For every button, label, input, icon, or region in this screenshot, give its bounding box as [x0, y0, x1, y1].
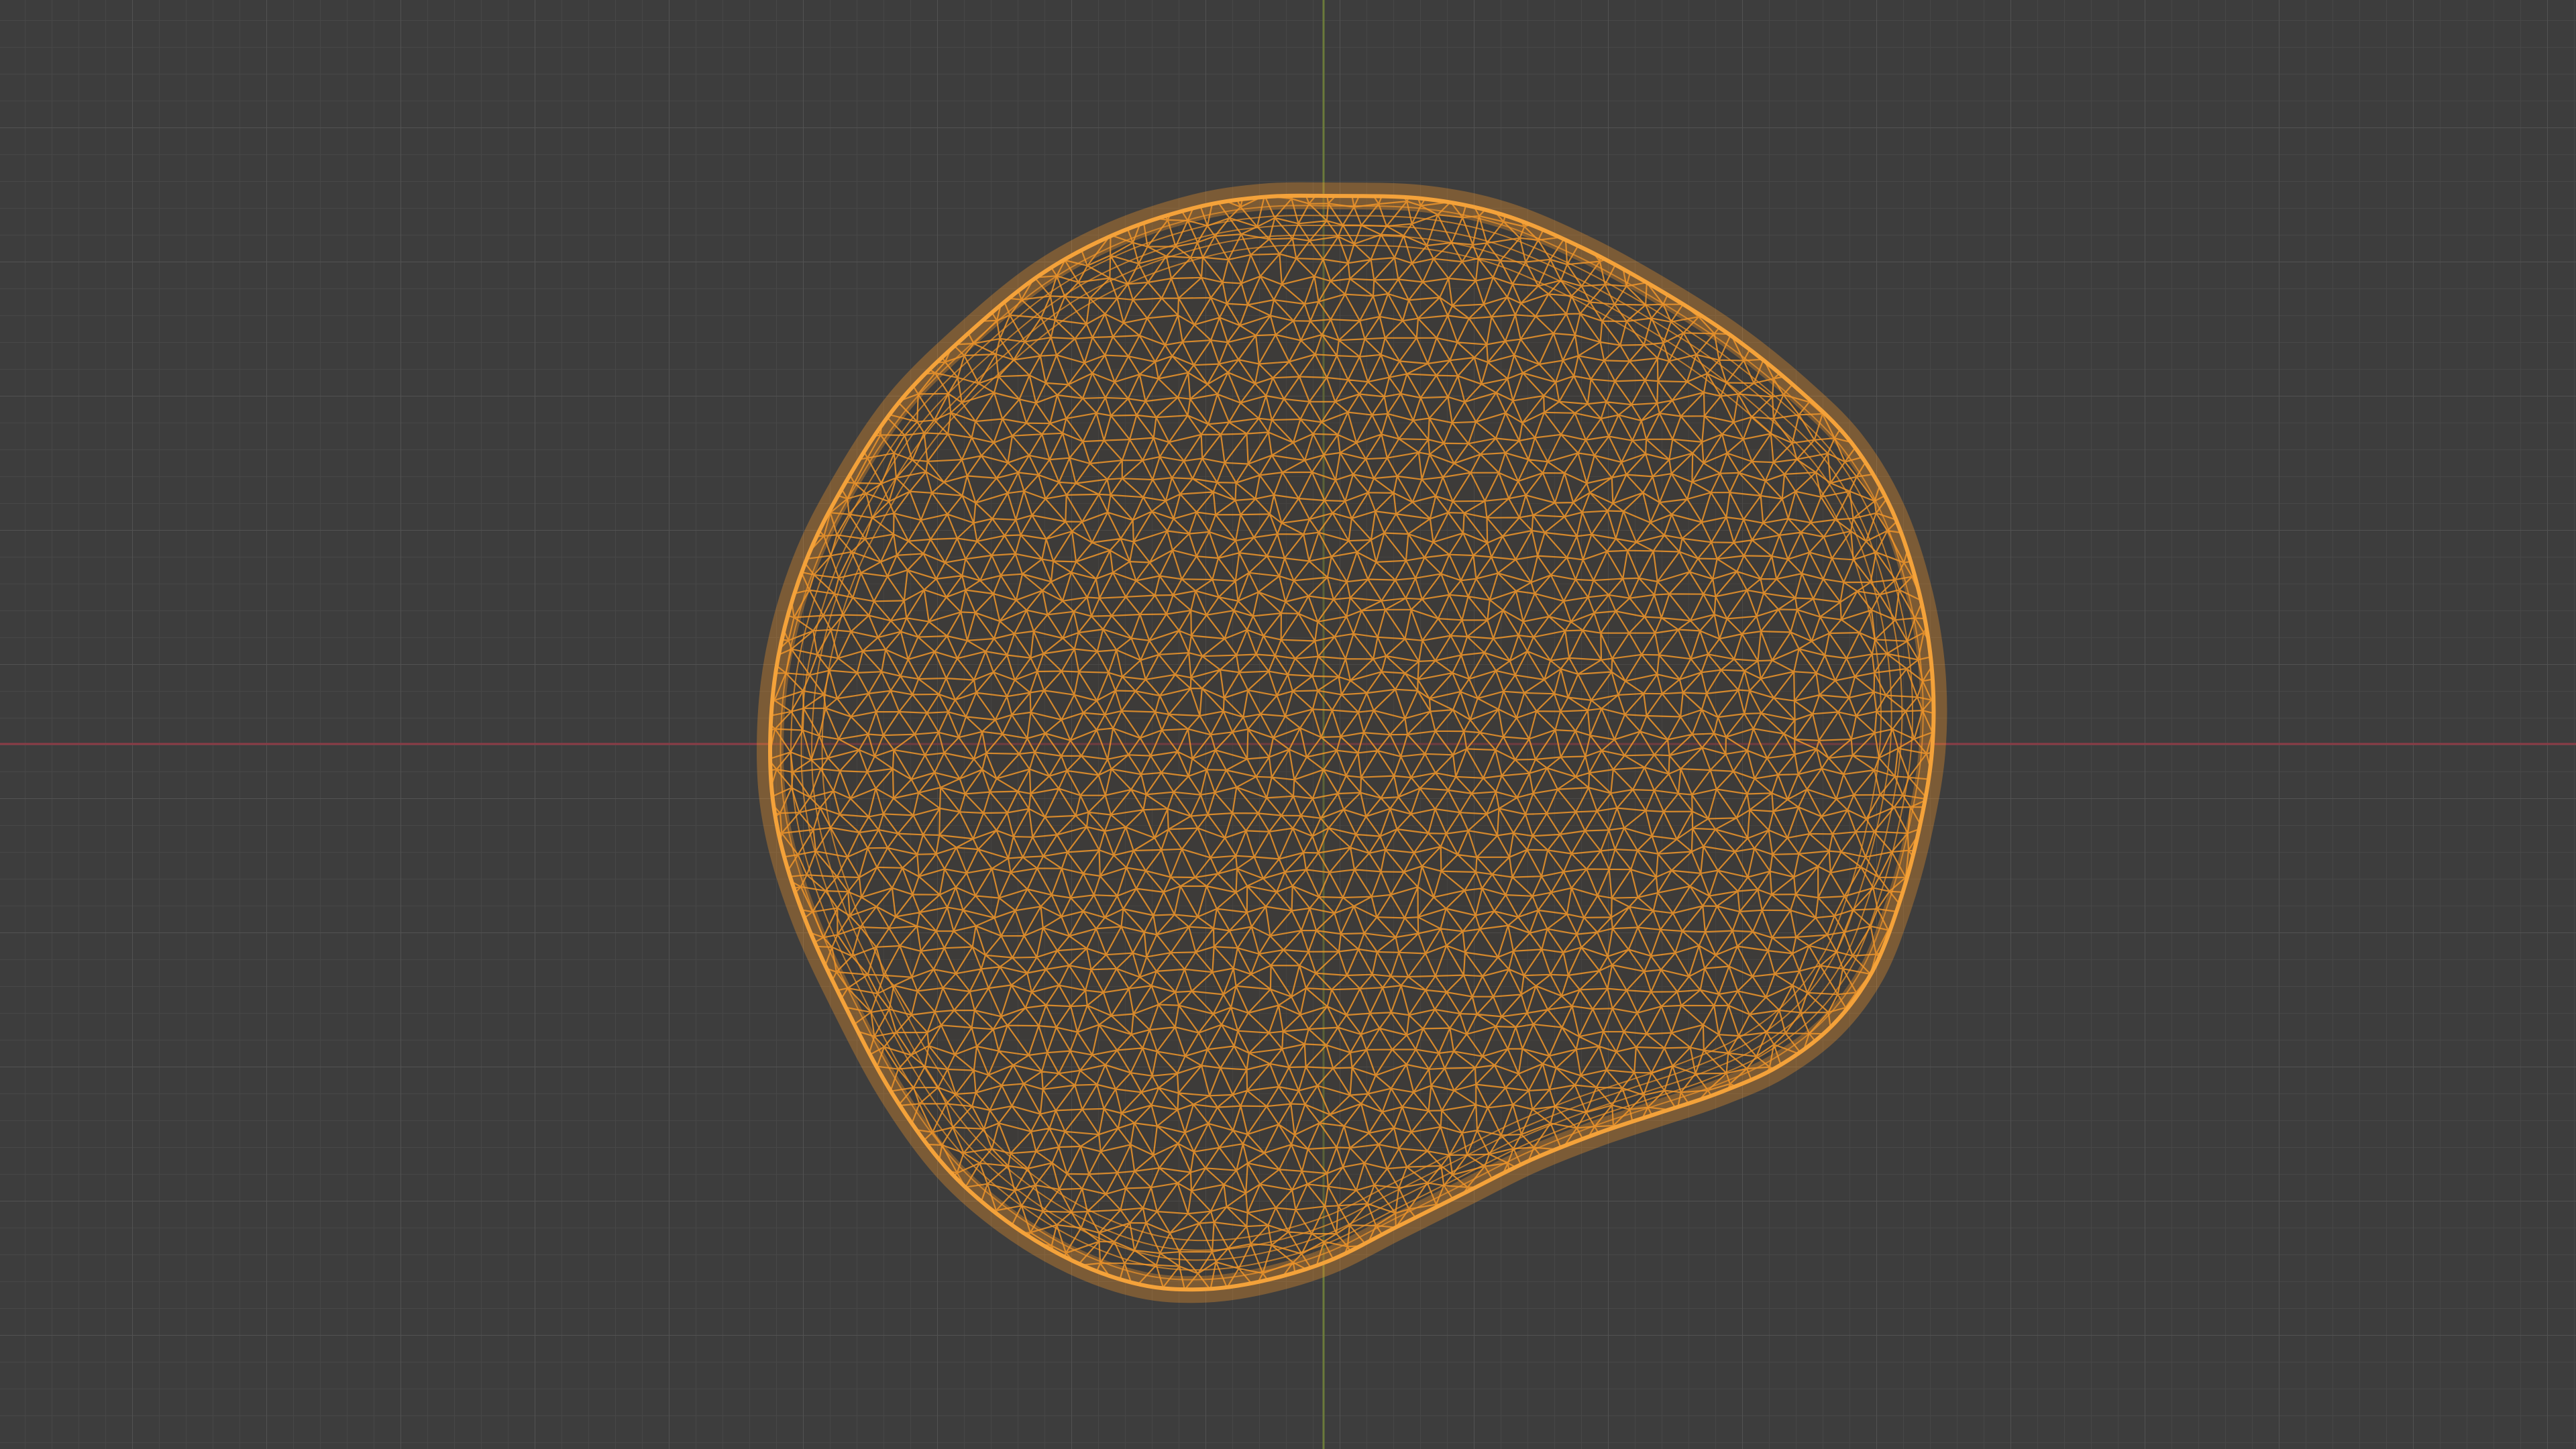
viewport-canvas[interactable]: [0, 0, 2576, 1449]
3d-viewport[interactable]: [0, 0, 2576, 1449]
